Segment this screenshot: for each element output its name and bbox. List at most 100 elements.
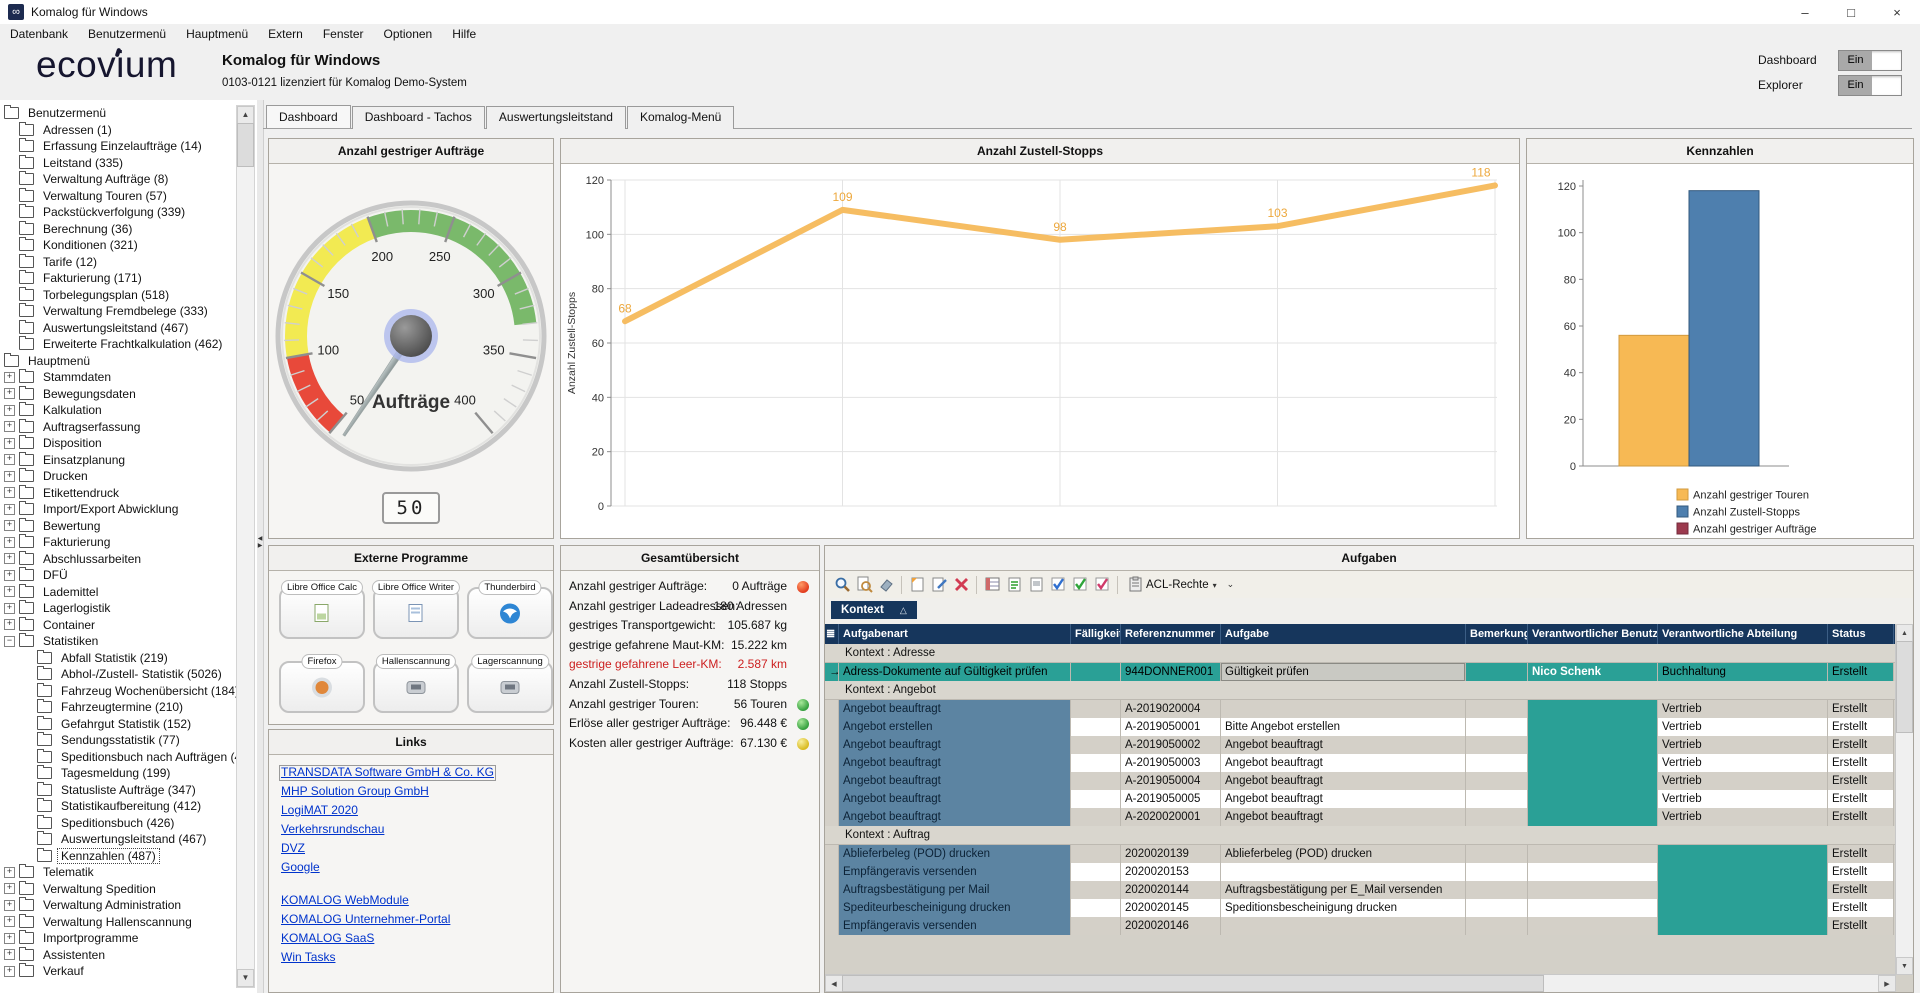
sidebar-item-statistikaufbereitung-412[interactable]: Statistikaufbereitung (412) <box>0 798 236 815</box>
expand-icon[interactable]: + <box>4 570 15 581</box>
table-hscrollbar[interactable]: ◀▶ <box>825 974 1896 992</box>
search-doc-icon[interactable] <box>853 575 875 595</box>
sidebar-item-lademittel[interactable]: +Lademittel <box>0 584 236 601</box>
program-button-lagerscannung[interactable]: Lagerscannung <box>467 661 553 713</box>
sidebar-item-lagerlogistik[interactable]: +Lagerlogistik <box>0 600 236 617</box>
program-button-thunderbird[interactable]: Thunderbird <box>467 587 553 639</box>
maximize-button[interactable]: □ <box>1828 0 1874 24</box>
expand-icon[interactable]: + <box>4 553 15 564</box>
sidebar-item-sendungsstatistik-77[interactable]: Sendungsstatistik (77) <box>0 732 236 749</box>
sidebar-item-abfall-statistik-219[interactable]: Abfall Statistik (219) <box>0 650 236 667</box>
expand-icon[interactable]: + <box>4 603 15 614</box>
expand-icon[interactable]: + <box>4 487 15 498</box>
sidebar-item-bewegungsdaten[interactable]: +Bewegungsdaten <box>0 386 236 403</box>
column-chooser-icon[interactable]: ≣ <box>825 624 839 644</box>
link-dvz[interactable]: DVZ <box>279 841 307 857</box>
program-button-libre-office-writer[interactable]: Libre Office Writer <box>373 587 459 639</box>
menu-hilfe[interactable]: Hilfe <box>442 27 486 41</box>
kontext-group-button[interactable]: Kontext△ <box>831 601 917 619</box>
link-komalog-webmodule[interactable]: KOMALOG WebModule <box>279 893 411 909</box>
program-button-libre-office-calc[interactable]: Libre Office Calc <box>279 587 365 639</box>
sidebar-item-speditionsbuch-426[interactable]: Speditionsbuch (426) <box>0 815 236 832</box>
sidebar-item-telematik[interactable]: +Telematik <box>0 864 236 881</box>
sidebar-item-torbelegungsplan-518[interactable]: Torbelegungsplan (518) <box>0 287 236 304</box>
scrollbar-thumb[interactable] <box>1896 641 1913 733</box>
sidebar-item-erfassung-einzelauftr-ge-14[interactable]: Erfassung Einzelaufträge (14) <box>0 138 236 155</box>
sidebar-item-container[interactable]: +Container <box>0 617 236 634</box>
column-header-f-lligkeit[interactable]: Fälligkeit <box>1071 624 1121 644</box>
sidebar-item-verwaltung-spedition[interactable]: +Verwaltung Spedition <box>0 881 236 898</box>
sidebar-item-tarife-12[interactable]: Tarife (12) <box>0 254 236 271</box>
sidebar-item-adressen-1[interactable]: Adressen (1) <box>0 122 236 139</box>
acl-rechte-dropdown[interactable]: ACL-Rechte▾ <box>1124 575 1217 595</box>
sidebar-item-speditionsbuch-nach-auftr-gen-43[interactable]: Speditionsbuch nach Aufträgen (43) <box>0 749 236 766</box>
delete-icon[interactable] <box>950 575 972 595</box>
expand-icon[interactable]: + <box>4 949 15 960</box>
program-button-hallenscannung[interactable]: Hallenscannung <box>373 661 459 713</box>
expand-icon[interactable]: + <box>4 421 15 432</box>
scroll-up-icon[interactable]: ▲ <box>237 106 254 124</box>
collapse-icon[interactable]: − <box>4 636 15 647</box>
link-komalog-unternehmer-portal[interactable]: KOMALOG Unternehmer-Portal <box>279 912 452 928</box>
expand-icon[interactable]: + <box>4 504 15 515</box>
edit-doc-icon[interactable] <box>928 575 950 595</box>
group-row-kontext-angebot[interactable]: Kontext : Angebot <box>825 681 1913 700</box>
scroll-up-icon[interactable]: ▲ <box>1896 624 1913 642</box>
task-row-a-2019050003[interactable]: Angebot beauftragtA-2019050003Angebot be… <box>825 754 1913 772</box>
menu-optionen[interactable]: Optionen <box>374 27 443 41</box>
sidebar-item-disposition[interactable]: +Disposition <box>0 435 236 452</box>
sidebar-item-verkauf[interactable]: +Verkauf <box>0 963 236 980</box>
check-green-icon[interactable] <box>1069 575 1091 595</box>
group-row-kontext-auftrag[interactable]: Kontext : Auftrag <box>825 826 1913 845</box>
sidebar-item-abschlussarbeiten[interactable]: +Abschlussarbeiten <box>0 551 236 568</box>
task-row-2020020139[interactable]: Ablieferbeleg (POD) drucken2020020139Abl… <box>825 845 1913 863</box>
splitter-arrows-icon[interactable]: ◀▶ <box>257 536 263 550</box>
column-header-status[interactable]: Status <box>1828 624 1894 644</box>
sidebar-item-etikettendruck[interactable]: +Etikettendruck <box>0 485 236 502</box>
expand-icon[interactable]: + <box>4 471 15 482</box>
menu-extern[interactable]: Extern <box>258 27 313 41</box>
sidebar-item-verwaltung-administration[interactable]: +Verwaltung Administration <box>0 897 236 914</box>
expand-icon[interactable]: + <box>4 405 15 416</box>
expand-icon[interactable]: + <box>4 867 15 878</box>
column-header-verantwortlicher-benutzer[interactable]: Verantwortlicher Benutzer <box>1528 624 1658 644</box>
sidebar-item-importprogramme[interactable]: +Importprogramme <box>0 930 236 947</box>
column-header-referenznummer[interactable]: Referenznummer <box>1121 624 1221 644</box>
minimize-button[interactable]: – <box>1782 0 1828 24</box>
sidebar-scrollbar[interactable]: ▲ ▼ <box>236 105 255 988</box>
toolbar-overflow-icon[interactable]: ⌄ <box>1227 579 1235 590</box>
sidebar-splitter[interactable]: ◀▶ <box>257 100 264 993</box>
link-mhp-solution-group-gmbh[interactable]: MHP Solution Group GmbH <box>279 784 431 800</box>
scrollbar-thumb[interactable] <box>842 975 1544 992</box>
expand-icon[interactable]: + <box>4 520 15 531</box>
expand-icon[interactable]: + <box>4 438 15 449</box>
doc-print-icon[interactable] <box>1025 575 1047 595</box>
dashboard-toggle[interactable]: Ein <box>1838 50 1902 71</box>
task-row-2020020145[interactable]: Spediteurbescheinigung drucken2020020145… <box>825 899 1913 917</box>
scroll-down-icon[interactable]: ▼ <box>1896 957 1913 975</box>
task-row-2020020146[interactable]: Empfängeravis versenden2020020146Erstell… <box>825 917 1913 935</box>
link-verkehrsrundschau[interactable]: Verkehrsrundschau <box>279 822 386 838</box>
task-row-a-2019050004[interactable]: Angebot beauftragtA-2019050004Angebot be… <box>825 772 1913 790</box>
expand-icon[interactable]: + <box>4 537 15 548</box>
sidebar-item-erweiterte-frachtkalkulation-462[interactable]: Erweiterte Frachtkalkulation (462) <box>0 336 236 353</box>
sidebar-item-einsatzplanung[interactable]: +Einsatzplanung <box>0 452 236 469</box>
menu-fenster[interactable]: Fenster <box>313 27 374 41</box>
column-header-aufgabenart[interactable]: Aufgabenart <box>839 624 1071 644</box>
sidebar-item-kalkulation[interactable]: +Kalkulation <box>0 402 236 419</box>
program-button-firefox[interactable]: Firefox <box>279 661 365 713</box>
expand-icon[interactable]: + <box>4 916 15 927</box>
sidebar-item-kennzahlen-487[interactable]: Kennzahlen (487) <box>0 848 236 865</box>
expand-icon[interactable]: + <box>4 933 15 944</box>
doc-green-icon[interactable] <box>1003 575 1025 595</box>
sidebar-item-import-export-abwicklung[interactable]: +Import/Export Abwicklung <box>0 501 236 518</box>
sidebar-item-verwaltung-auftr-ge-8[interactable]: Verwaltung Aufträge (8) <box>0 171 236 188</box>
sidebar-item-fahrzeugtermine-210[interactable]: Fahrzeugtermine (210) <box>0 699 236 716</box>
sidebar-item-auswertungsleitstand-467[interactable]: Auswertungsleitstand (467) <box>0 320 236 337</box>
expand-icon[interactable]: + <box>4 966 15 977</box>
menu-hauptmen[interactable]: Hauptmenü <box>176 27 258 41</box>
sidebar-item-berechnung-36[interactable]: Berechnung (36) <box>0 221 236 238</box>
tab-dashboard-tachos[interactable]: Dashboard - Tachos <box>352 106 485 129</box>
sidebar-item-fahrzeug-wochen-bersicht-184[interactable]: Fahrzeug Wochenübersicht (184) <box>0 683 236 700</box>
check-red-icon[interactable] <box>1091 575 1113 595</box>
